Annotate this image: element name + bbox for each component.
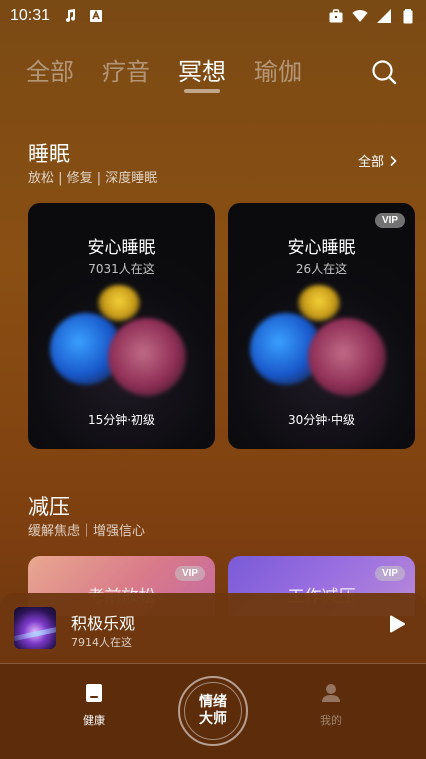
player-title: 积极乐观 xyxy=(71,614,136,633)
vip-badge: VIP xyxy=(375,213,405,228)
home-icon xyxy=(86,684,102,702)
card-listener-count: 26人在这 xyxy=(295,262,348,276)
center-label-line2: 大师 xyxy=(199,711,227,727)
emotion-master-button[interactable]: 情绪 大师 xyxy=(178,676,248,746)
category-tabs: 全部 疗音 冥想 瑜伽 xyxy=(26,52,302,93)
card-yellow-orb xyxy=(298,285,340,321)
card-yellow-orb xyxy=(98,285,140,321)
tab-sound-therapy[interactable]: 疗音 xyxy=(102,52,150,87)
player-thumbnail xyxy=(14,607,56,649)
sleep-section-title: 睡眠 xyxy=(28,142,70,166)
see-all-label: 全部 xyxy=(358,155,385,170)
tab-all[interactable]: 全部 xyxy=(26,52,74,87)
tab-yoga[interactable]: 瑜伽 xyxy=(254,52,302,87)
battery-icon xyxy=(403,9,413,24)
status-bar: 10:31 xyxy=(0,0,426,32)
nav-item-health[interactable]: 健康 xyxy=(64,682,124,728)
nav-item-profile[interactable]: 我的 xyxy=(301,682,361,728)
card-duration-level: 30分钟·中级 xyxy=(287,413,356,427)
tab-meditation[interactable]: 冥想 xyxy=(178,52,226,93)
sleep-card-1[interactable]: 安心睡眠 7031人在这 15分钟·初级 xyxy=(28,203,215,449)
profile-icon xyxy=(322,684,340,702)
see-all-button[interactable]: 全部 xyxy=(358,151,398,170)
briefcase-icon xyxy=(329,9,343,23)
player-listener-count: 7914人在这 xyxy=(71,636,132,649)
cellular-icon xyxy=(377,9,391,23)
app-badge-icon xyxy=(90,9,103,22)
music-note-icon xyxy=(66,9,76,22)
card-title: 安心睡眠 xyxy=(287,238,356,258)
stress-section-subtitle: 缓解焦虑｜增强信心 xyxy=(28,524,146,539)
bottom-nav: 健康 情绪 大师 我的 xyxy=(0,664,426,759)
card-listener-count: 7031人在这 xyxy=(88,262,155,276)
center-label-line1: 情绪 xyxy=(199,694,227,710)
sleep-section-subtitle: 放松 | 修复 | 深度睡眠 xyxy=(28,171,158,186)
card-pink-orb xyxy=(108,318,186,396)
vip-badge: VIP xyxy=(375,566,405,581)
status-time: 10:31 xyxy=(10,7,51,24)
stress-section-title: 减压 xyxy=(28,495,70,519)
nav-label-profile: 我的 xyxy=(320,714,342,727)
chevron-right-icon xyxy=(390,155,397,166)
card-duration-level: 15分钟·初级 xyxy=(87,413,156,427)
vip-badge: VIP xyxy=(175,566,205,581)
search-icon[interactable] xyxy=(370,58,398,86)
sleep-card-2[interactable]: VIP 安心睡眠 26人在这 30分钟·中级 xyxy=(228,203,415,449)
mini-player[interactable]: 积极乐观 7914人在这 xyxy=(0,593,426,664)
play-icon[interactable] xyxy=(386,613,408,635)
wifi-icon xyxy=(352,10,368,22)
card-title: 安心睡眠 xyxy=(87,238,156,258)
card-pink-orb xyxy=(308,318,386,396)
nav-label-health: 健康 xyxy=(83,714,105,727)
